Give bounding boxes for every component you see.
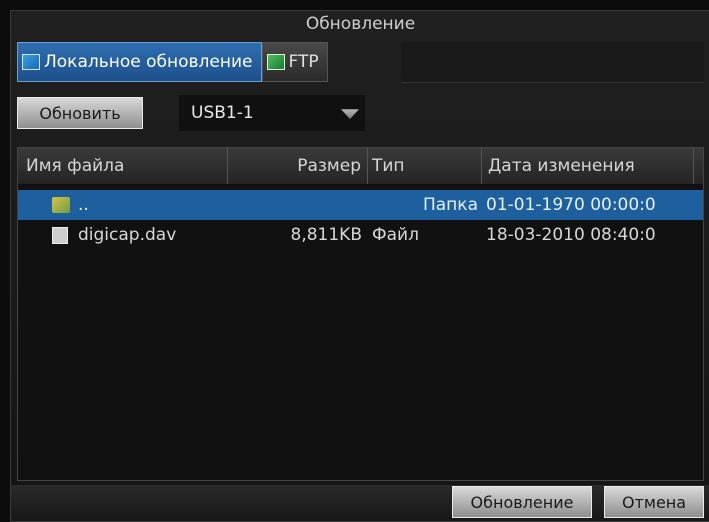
tab-local-update[interactable]: Локальное обновление [17, 42, 262, 82]
column-header-name[interactable]: Имя файла [18, 148, 228, 184]
row-size [228, 190, 362, 220]
file-icon [52, 227, 68, 244]
tab-local-update-label: Локальное обновление [44, 52, 253, 72]
column-header-size[interactable]: Размер [228, 148, 368, 184]
row-modified: 01-01-1970 00:00:0 [486, 195, 656, 215]
update-dialog: Обновление Локальное обновление FTP Обно… [10, 10, 709, 522]
tab-bar-filler [401, 42, 704, 83]
row-modified: 18-03-2010 08:40:0 [486, 225, 656, 245]
update-button[interactable]: Обновление [452, 486, 592, 518]
folder-icon [52, 197, 70, 213]
device-select-value: USB1-1 [191, 103, 254, 123]
file-list[interactable]: Имя файла Размер Тип Дата изменения .. П… [17, 147, 704, 481]
column-header-modified[interactable]: Дата изменения [482, 148, 694, 184]
file-list-header: Имя файла Размер Тип Дата изменения [18, 148, 703, 184]
row-name: .. [78, 195, 89, 215]
cancel-button[interactable]: Отмена [604, 486, 704, 518]
device-select[interactable]: USB1-1 [179, 95, 365, 131]
tab-ftp-label: FTP [288, 52, 319, 72]
ftp-icon [266, 54, 285, 70]
dialog-title: Обновление [305, 14, 416, 34]
tab-bar: Локальное обновление FTP [17, 42, 328, 82]
table-row[interactable]: .. Папка 01-01-1970 00:00:0 [18, 190, 703, 220]
row-type: Папка [422, 195, 478, 215]
row-size: 8,811KB [290, 225, 362, 245]
tab-ftp[interactable]: FTP [261, 42, 328, 82]
row-type: Файл [372, 225, 419, 245]
chevron-down-icon[interactable] [341, 109, 359, 119]
table-row[interactable]: digicap.dav 8,811KB Файл 18-03-2010 08:4… [18, 220, 703, 250]
local-update-icon [22, 54, 40, 70]
row-name: digicap.dav [78, 225, 177, 245]
refresh-button[interactable]: Обновить [17, 97, 143, 129]
column-header-type[interactable]: Тип [368, 148, 482, 184]
